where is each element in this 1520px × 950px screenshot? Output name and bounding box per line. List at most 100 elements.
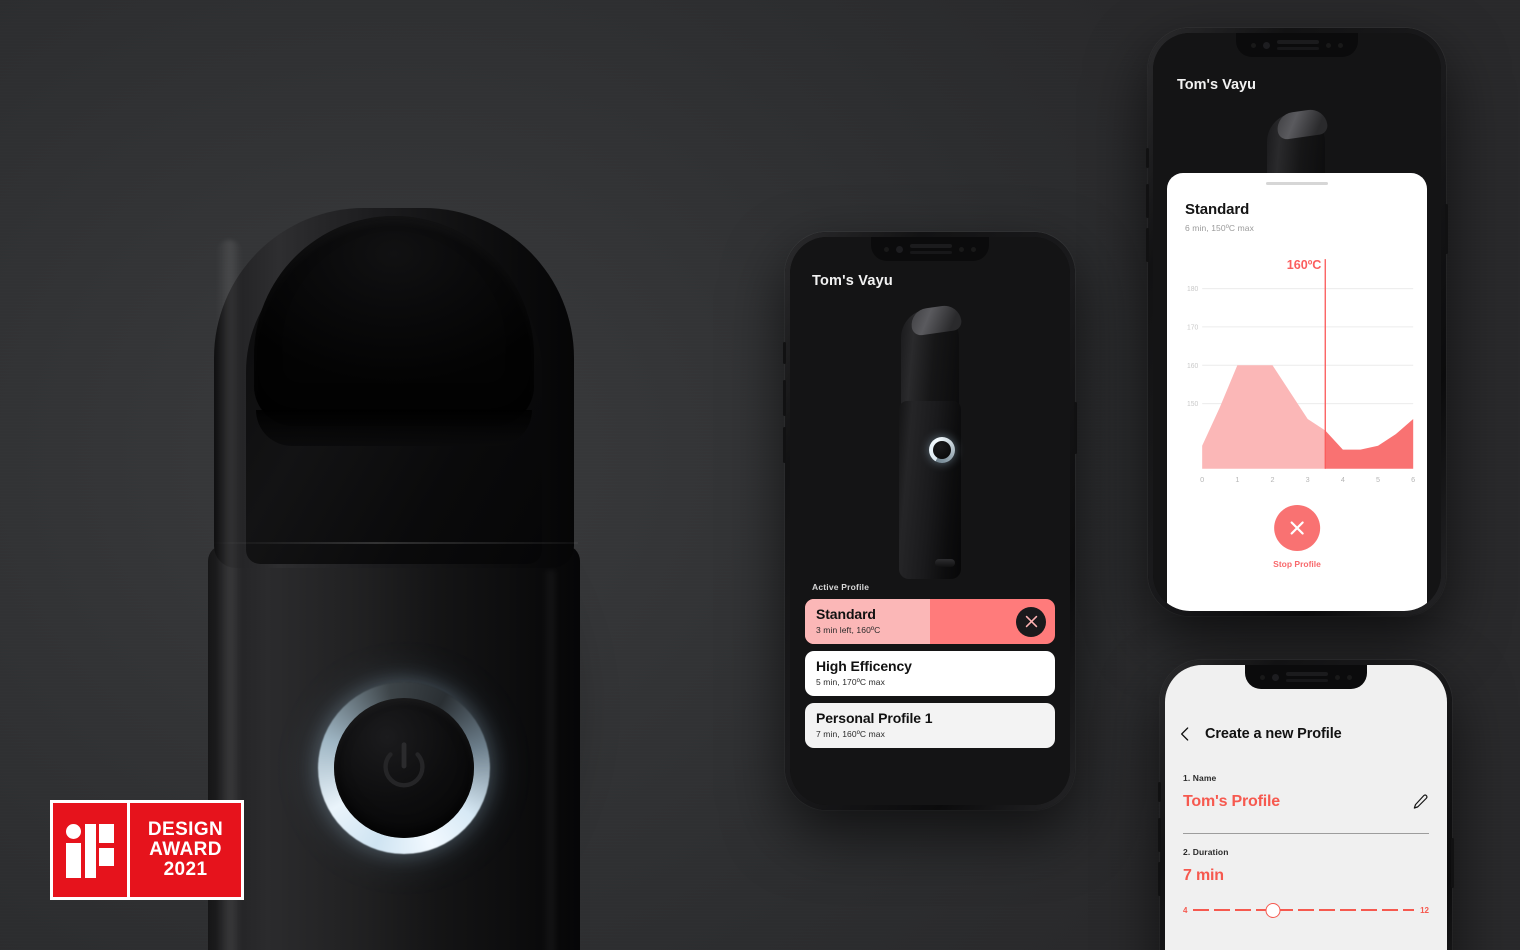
profile-card-standard[interactable]: Standard 3 min left, 160ºC xyxy=(805,599,1055,644)
phone-volume-down-button[interactable] xyxy=(783,427,786,463)
field-value: 7 min xyxy=(1183,867,1224,884)
temperature-chart: 150 160 170 180 160ºC 0 1 2 3 4 5 6 xyxy=(1177,243,1419,495)
front-camera-icon xyxy=(1263,41,1270,49)
phone-mute-switch[interactable] xyxy=(783,342,786,364)
phone-volume-down-button[interactable] xyxy=(1158,862,1161,896)
duration-slider[interactable]: 4 12 xyxy=(1183,903,1429,918)
svg-text:6: 6 xyxy=(1411,475,1415,484)
hero-device-seam xyxy=(210,542,578,544)
svg-text:2: 2 xyxy=(1270,475,1274,484)
svg-text:1: 1 xyxy=(1235,475,1239,484)
back-button[interactable] xyxy=(1165,724,1205,744)
phone-mute-switch[interactable] xyxy=(1146,148,1149,168)
stop-profile-button[interactable] xyxy=(1016,606,1046,637)
slider-knob[interactable] xyxy=(1265,903,1281,918)
close-icon xyxy=(1290,521,1304,535)
phone-profile-list: Tom's Vayu Active Profile Standard 3 min… xyxy=(783,232,1077,810)
slider-track-line xyxy=(1193,909,1415,911)
field-label: 2. Duration xyxy=(1183,847,1229,857)
profile-detail: 7 min, 160ºC max xyxy=(816,729,885,739)
earpiece-speaker-2 xyxy=(1286,679,1328,682)
chevron-left-icon xyxy=(1181,727,1189,741)
profile-card-personal-1[interactable]: Personal Profile 1 7 min, 160ºC max xyxy=(805,703,1055,748)
profile-detail-sheet: Standard 6 min, 150ºC max 150 160 170 180 16… xyxy=(1167,173,1427,611)
svg-text:0: 0 xyxy=(1200,475,1204,484)
earpiece-speaker-2 xyxy=(1277,47,1319,50)
slider-max-label: 12 xyxy=(1420,905,1429,915)
proximity-sensor-icon xyxy=(1326,42,1331,48)
app-title: Tom's Vayu xyxy=(812,273,893,289)
svg-text:170: 170 xyxy=(1187,324,1198,331)
proximity-sensor-icon xyxy=(959,246,964,252)
award-line-3: 2021 xyxy=(163,859,208,881)
stop-profile-button[interactable] xyxy=(1273,505,1320,551)
phone-volume-up-button[interactable] xyxy=(783,380,786,416)
navigation-bar: Create a new Profile xyxy=(1165,719,1447,749)
stop-profile-label: Stop Profile xyxy=(1273,559,1321,569)
device-vent xyxy=(935,559,955,567)
divider xyxy=(1183,833,1429,834)
svg-text:180: 180 xyxy=(1187,286,1198,293)
svg-text:3: 3 xyxy=(1306,475,1310,484)
earpiece-speaker xyxy=(1286,672,1328,676)
profile-detail: 5 min, 170ºC max xyxy=(816,677,885,687)
svg-text:4: 4 xyxy=(1341,475,1345,484)
front-camera-icon xyxy=(896,245,903,253)
svg-text:5: 5 xyxy=(1376,475,1380,484)
earpiece-speaker xyxy=(1277,40,1319,44)
profile-name: Personal Profile 1 xyxy=(816,710,933,726)
phone-power-button[interactable] xyxy=(1445,204,1448,254)
phone-notch xyxy=(1236,33,1358,57)
award-line-2: AWARD xyxy=(149,838,222,860)
phone-screen: Tom's Vayu Active Profile Standard 3 min… xyxy=(790,237,1070,805)
phone-screen: Create a new Profile 1. Name Tom's Profi… xyxy=(1165,665,1447,950)
field-duration: 2. Duration 7 min xyxy=(1183,847,1429,885)
phone-volume-up-button[interactable] xyxy=(1146,184,1149,218)
device-power-led-icon xyxy=(929,437,955,463)
power-icon xyxy=(373,737,435,799)
close-icon xyxy=(1025,615,1037,628)
field-value[interactable]: Tom's Profile xyxy=(1183,793,1429,811)
slider-track[interactable] xyxy=(1193,903,1415,918)
phone-mute-switch[interactable] xyxy=(1158,782,1161,802)
pencil-icon xyxy=(1413,794,1428,809)
field-label: 1. Name xyxy=(1183,773,1217,783)
stop-profile-control[interactable]: Stop Profile xyxy=(1273,505,1321,569)
hero-highlight-right xyxy=(542,570,558,950)
ambient-sensor-icon xyxy=(1338,42,1343,48)
sensor-icon xyxy=(1260,674,1265,680)
sheet-drag-handle[interactable] xyxy=(1266,182,1328,185)
svg-text:160ºC: 160ºC xyxy=(1287,257,1322,272)
hero-power-button[interactable] xyxy=(318,682,490,854)
profile-name: Standard xyxy=(816,606,876,622)
phone-volume-up-button[interactable] xyxy=(1158,818,1161,852)
app-title: Tom's Vayu xyxy=(1177,77,1256,93)
sheet-title: Standard xyxy=(1185,201,1250,218)
sensor-icon xyxy=(884,246,889,252)
phone-power-button[interactable] xyxy=(1451,838,1454,888)
ambient-sensor-icon xyxy=(1347,674,1352,680)
proximity-sensor-icon xyxy=(1335,674,1340,680)
phone-volume-down-button[interactable] xyxy=(1146,228,1149,262)
svg-text:160: 160 xyxy=(1187,363,1198,370)
page-title: Create a new Profile xyxy=(1205,726,1342,742)
edit-name-button[interactable] xyxy=(1411,793,1429,811)
profile-list: Standard 3 min left, 160ºC High Efficenc… xyxy=(805,599,1055,748)
award-line-1: DESIGN xyxy=(147,818,224,840)
field-name: 1. Name Tom's Profile xyxy=(1183,773,1429,811)
if-logo xyxy=(53,803,127,897)
if-design-award-badge: DESIGN AWARD 2021 xyxy=(50,800,244,900)
earpiece-speaker xyxy=(910,244,952,248)
hero-device-mouthpiece-lip xyxy=(256,410,532,446)
phone-notch xyxy=(871,237,989,261)
scene-root: DESIGN AWARD 2021 Tom's Vayu Active Prof… xyxy=(0,0,1520,950)
profile-card-high-efficency[interactable]: High Efficency 5 min, 170ºC max xyxy=(805,651,1055,696)
if-logo-mark xyxy=(66,822,114,878)
profile-detail: 3 min left, 160ºC xyxy=(816,625,881,635)
phone-chart-view: Tom's Vayu Standard 6 min, 150ºC max 150… xyxy=(1146,28,1448,616)
device-illustration xyxy=(895,303,965,579)
svg-text:150: 150 xyxy=(1187,401,1198,408)
slider-min-label: 4 xyxy=(1183,905,1188,915)
sensor-icon xyxy=(1251,42,1256,48)
phone-power-button[interactable] xyxy=(1074,402,1077,454)
